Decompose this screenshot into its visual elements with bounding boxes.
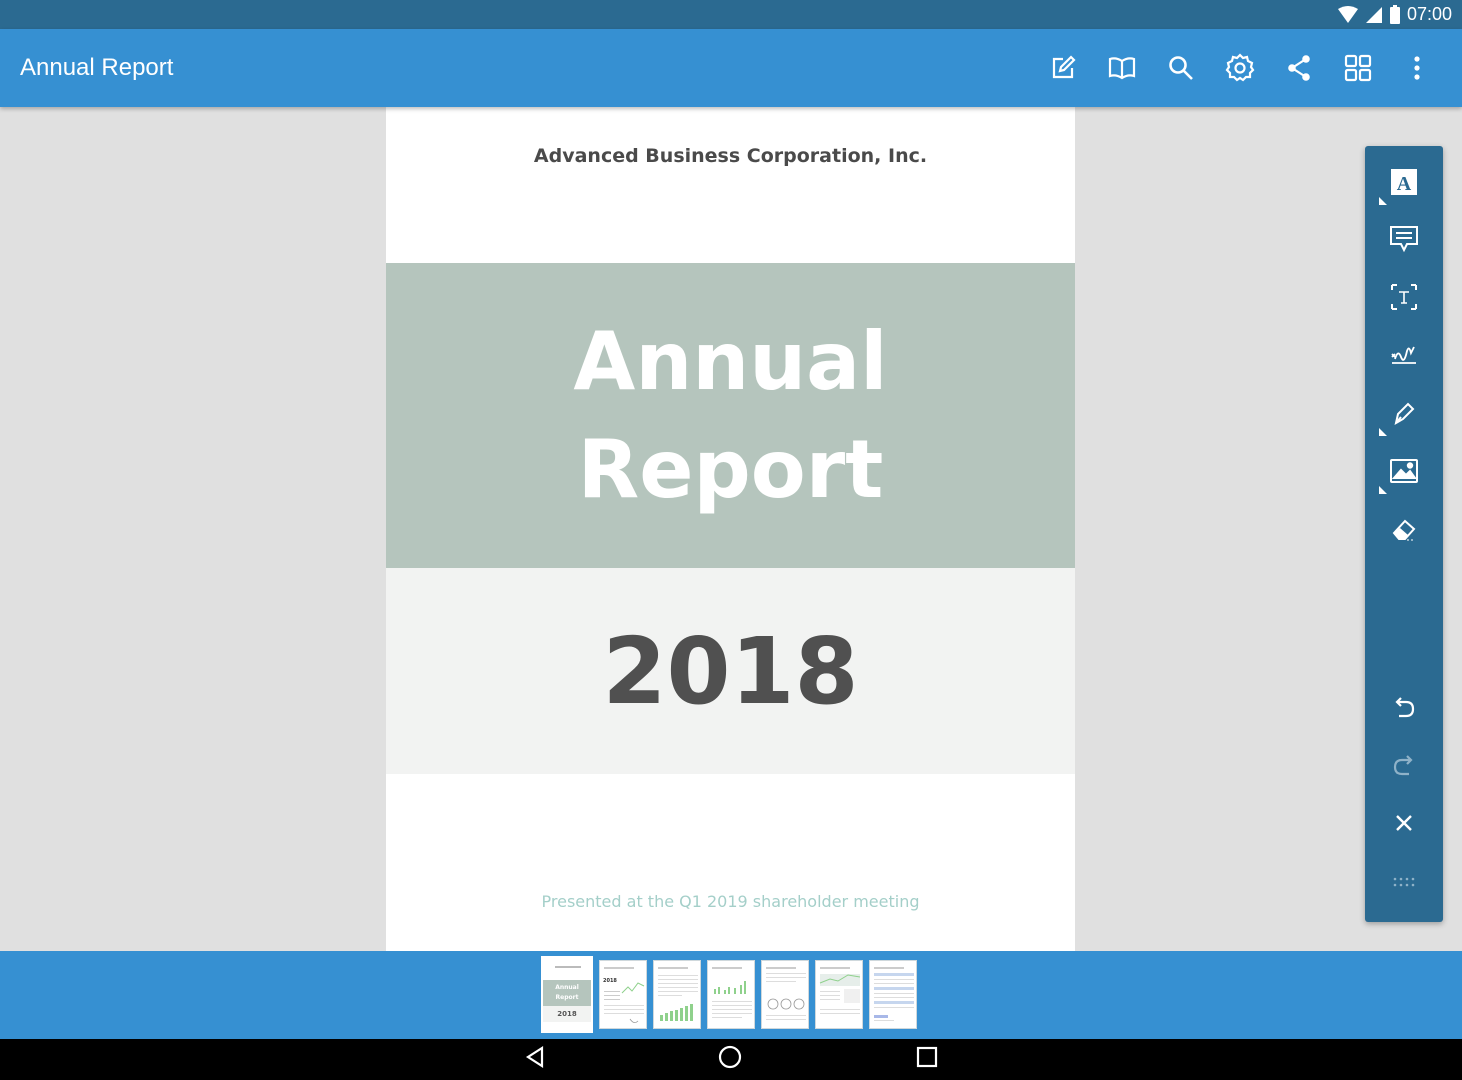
close-icon	[1394, 813, 1414, 838]
thumbnail-strip: Annual Report 2018 2018	[0, 951, 1462, 1039]
back-button[interactable]	[505, 1039, 565, 1080]
year-band: 2018	[386, 568, 1075, 774]
text-box-tool[interactable]	[1365, 274, 1443, 324]
book-icon[interactable]	[1092, 29, 1151, 107]
report-year: 2018	[602, 617, 859, 725]
grid-icon[interactable]	[1328, 29, 1387, 107]
redo-icon	[1391, 752, 1417, 783]
comment-icon	[1389, 225, 1419, 258]
pen-tool[interactable]	[1365, 390, 1443, 440]
thumb-title-2: Report	[555, 994, 579, 1001]
more-vert-icon[interactable]	[1387, 29, 1446, 107]
signature-tool[interactable]	[1365, 332, 1443, 382]
svg-text:A: A	[1397, 173, 1412, 195]
page-thumbnail-4[interactable]	[707, 960, 755, 1029]
system-navigation-bar	[0, 1039, 1462, 1080]
title-line-2: Report	[577, 422, 884, 516]
share-icon[interactable]	[1269, 29, 1328, 107]
eraser-tool[interactable]	[1365, 506, 1443, 556]
search-icon[interactable]	[1151, 29, 1210, 107]
title-band: Annual Report	[386, 263, 1075, 568]
home-icon	[717, 1044, 743, 1075]
wifi-icon	[1337, 5, 1359, 24]
thumb-title-1: Annual	[555, 984, 579, 991]
signature-icon	[1389, 341, 1419, 374]
app-bar: Annual Report	[0, 29, 1462, 107]
title-line-1: Annual	[573, 314, 888, 408]
battery-icon	[1389, 4, 1401, 25]
text-annotation-tool[interactable]: A	[1365, 159, 1443, 209]
page-thumbnail-5[interactable]	[761, 960, 809, 1029]
presented-note: Presented at the Q1 2019 shareholder mee…	[541, 892, 920, 911]
image-tool[interactable]	[1365, 448, 1443, 498]
redo-button[interactable]	[1365, 742, 1443, 792]
status-bar: 07:00	[0, 0, 1462, 29]
annotation-toolbar: A	[1365, 146, 1443, 922]
page-thumbnail-7[interactable]	[869, 960, 917, 1029]
cell-signal-icon	[1365, 6, 1383, 24]
undo-button[interactable]	[1365, 684, 1443, 734]
app-bar-actions	[1033, 29, 1446, 107]
image-icon	[1389, 458, 1419, 489]
recents-icon	[915, 1045, 939, 1074]
settings-icon[interactable]	[1210, 29, 1269, 107]
thumb-year: 2018	[543, 1006, 591, 1022]
document-page[interactable]: Advanced Business Corporation, Inc. Annu…	[386, 107, 1075, 951]
page-title: Annual Report	[20, 54, 174, 81]
company-name: Advanced Business Corporation, Inc.	[533, 145, 928, 167]
edit-icon[interactable]	[1033, 29, 1092, 107]
home-button[interactable]	[700, 1039, 760, 1080]
undo-icon	[1391, 694, 1417, 725]
page-thumbnail-6[interactable]	[815, 960, 863, 1029]
text-annotation-icon: A	[1390, 168, 1418, 201]
drag-handle[interactable]	[1365, 858, 1443, 908]
close-toolbar-button[interactable]	[1365, 800, 1443, 850]
clock: 07:00	[1406, 4, 1452, 24]
back-icon	[524, 1045, 546, 1074]
eraser-icon	[1390, 515, 1418, 548]
drag-handle-icon	[1393, 874, 1415, 892]
text-box-icon	[1390, 283, 1418, 316]
document-viewer[interactable]: Advanced Business Corporation, Inc. Annu…	[0, 107, 1462, 951]
page-thumbnail-2[interactable]: 2018	[599, 960, 647, 1029]
comment-tool[interactable]	[1365, 216, 1443, 266]
page-thumbnail-3[interactable]	[653, 960, 701, 1029]
pen-icon	[1390, 399, 1418, 432]
recents-button[interactable]	[897, 1039, 957, 1080]
page-thumbnail-1[interactable]: Annual Report 2018	[541, 956, 593, 1033]
thumb-2-year: 2018	[603, 978, 617, 984]
